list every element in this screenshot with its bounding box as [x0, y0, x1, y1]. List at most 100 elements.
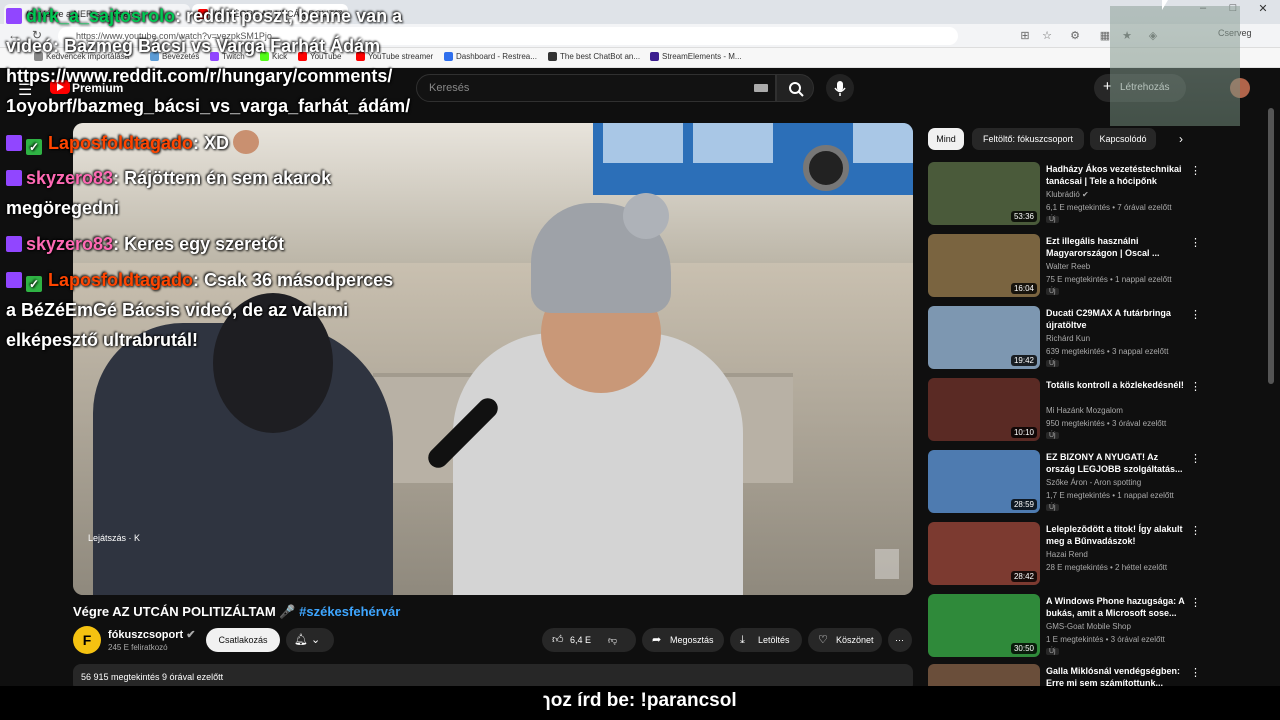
more-vert-icon[interactable]: ⋮: [1190, 380, 1201, 393]
recommendation-item[interactable]: 30:50 A Windows Phone hazugsága: A bukás…: [928, 594, 1268, 660]
video-thumbnail[interactable]: [928, 664, 1040, 686]
new-badge: Új: [1046, 648, 1059, 655]
twitch-icon: [6, 272, 22, 288]
video-scene-pompom: [623, 193, 669, 239]
chat-text: : reddit poszt, benne van a: [175, 6, 403, 26]
video-thumbnail[interactable]: 28:59: [928, 450, 1040, 513]
thanks-button[interactable]: ♡ Köszönet: [808, 628, 882, 652]
like-button[interactable]: 👍︎ 6,4 E 👎︎: [542, 628, 636, 652]
playing-label: Lejátszás · K: [88, 533, 141, 543]
close-window-icon[interactable]: ✕: [1248, 2, 1278, 15]
recommendation-item[interactable]: 10:10 Totális kontroll a közlekedésnél! …: [928, 378, 1268, 444]
more-icon: ⋯: [895, 635, 904, 645]
video-thumbnail[interactable]: 30:50: [928, 594, 1040, 657]
bookmark-item[interactable]: Dashboard - Restrea...: [444, 52, 537, 61]
video-thumbnail[interactable]: 19:42: [928, 306, 1040, 369]
video-thumbnail[interactable]: 10:10: [928, 378, 1040, 441]
more-vert-icon[interactable]: ⋮: [1190, 164, 1201, 177]
bookmark-item[interactable]: The best ChatBot an...: [548, 52, 640, 61]
video-thumbnail[interactable]: 28:42: [928, 522, 1040, 585]
recommendation-item[interactable]: Galla Miklósnál vendégségben: Erre mi se…: [928, 664, 1268, 686]
recommendation-item[interactable]: 28:42 Leleplezõdött a titok! Így alakult…: [928, 522, 1268, 588]
chat-message: skyzero83: Rájöttem én sem akarok: [6, 168, 331, 189]
new-badge: Új: [1046, 504, 1059, 511]
recommendation-channel[interactable]: Klubrádió ✔: [1046, 190, 1089, 199]
join-button[interactable]: Csatlakozás: [206, 628, 280, 652]
checkmark-badge-icon: ✓: [26, 276, 42, 292]
recommendation-title[interactable]: Totális kontroll a közlekedésnél!: [1046, 379, 1186, 391]
recommendation-title[interactable]: Hadházy Ákos vezetéstechnikai tanácsai |…: [1046, 163, 1186, 187]
notification-button[interactable]: 🔔︎ ⌄: [286, 628, 334, 652]
recommendation-channel[interactable]: Richárd Kun: [1046, 334, 1090, 343]
chip-related[interactable]: Kapcsolódó: [1090, 128, 1156, 150]
chip-all[interactable]: Mind: [928, 128, 964, 150]
verified-icon: ✔: [186, 629, 196, 641]
thumbs-up-icon: 👍︎: [552, 634, 564, 646]
recommendation-channel[interactable]: GMS-Goat Mobile Shop: [1046, 622, 1131, 631]
puzzle-icon[interactable]: ⚙: [1068, 29, 1082, 43]
download-icon: ⤓: [740, 634, 745, 646]
recommendation-item[interactable]: 19:42 Ducati C29MAX A futárbringa újratö…: [928, 306, 1268, 372]
search-button[interactable]: [776, 74, 814, 102]
video-thumbnail[interactable]: 16:04: [928, 234, 1040, 297]
extensions-icon[interactable]: ⊞: [1018, 29, 1032, 43]
duration-badge: 28:59: [1010, 499, 1037, 510]
voice-search-button[interactable]: [826, 74, 854, 102]
recommendation-title[interactable]: Leleplezõdött a titok! Így alakult meg a…: [1046, 523, 1186, 547]
chat-text: : Csak 36 másodperces: [193, 270, 394, 290]
recommendation-item[interactable]: 53:36 Hadházy Ákos vezetéstechnikai taná…: [928, 162, 1268, 228]
recommendation-meta: 639 megtekintés • 3 nappal ezelőtt: [1046, 347, 1169, 356]
search-input[interactable]: Keresés: [416, 74, 776, 102]
recommendation-item[interactable]: 28:59 EZ BIZONY A NYUGAT! Az ország LEGJ…: [928, 450, 1268, 516]
hashtag-link[interactable]: #székesfehérvár: [299, 604, 400, 619]
recommendation-title[interactable]: EZ BIZONY A NYUGAT! Az ország LEGJOBB sz…: [1046, 451, 1186, 475]
recommendation-channel[interactable]: Mi Hazánk Mozgalom: [1046, 406, 1123, 415]
recommendation-item[interactable]: 16:04 Ezt illegális használni Magyarorsz…: [928, 234, 1268, 300]
recommendation-meta: 75 E megtekintés • 1 nappal ezelőtt: [1046, 275, 1172, 284]
channel-watermark[interactable]: [875, 549, 899, 579]
chat-username: skyzero83: [26, 234, 114, 254]
more-actions-button[interactable]: ⋯: [888, 628, 912, 652]
channel-avatar[interactable]: F: [73, 626, 101, 654]
recommendation-title[interactable]: Galla Miklósnál vendégségben: Erre mi se…: [1046, 665, 1186, 686]
favorite-star-icon[interactable]: ☆: [1040, 29, 1054, 43]
chip-uploader[interactable]: Feltöltő: fókuszcsoport: [972, 128, 1084, 150]
mouse-cursor-icon: [1162, 0, 1168, 10]
duration-badge: 16:04: [1010, 283, 1037, 294]
share-button[interactable]: ➦ Megosztás: [642, 628, 724, 652]
new-badge: Új: [1046, 288, 1059, 295]
chat-username: skyzero83: [26, 168, 114, 188]
recommendation-title[interactable]: Ezt illegális használni Magyarországon |…: [1046, 235, 1186, 259]
recommendation-meta: 28 E megtekintés • 2 héttel ezelőtt: [1046, 563, 1168, 572]
streamelements-icon: [650, 52, 659, 61]
new-badge: Új: [1046, 360, 1059, 367]
bookmark-label: StreamElements - M...: [662, 52, 742, 61]
video-title-text: Végre AZ UTCÁN POLITIZÁLTAM 🎤: [73, 604, 296, 619]
recommendation-title[interactable]: A Windows Phone hazugsága: A bukás, amit…: [1046, 595, 1186, 619]
restream-icon: [444, 52, 453, 61]
download-button[interactable]: ⤓ Letöltés: [730, 628, 802, 652]
recommendation-channel[interactable]: Szőke Áron - Aron spotting: [1046, 478, 1141, 487]
more-vert-icon[interactable]: ⋮: [1190, 452, 1201, 465]
like-count: 6,4 E: [570, 635, 592, 645]
channel-name[interactable]: fókuszcsoport ✔: [108, 628, 195, 641]
thumbs-down-icon[interactable]: 👎︎: [608, 628, 617, 652]
more-vert-icon[interactable]: ⋮: [1190, 236, 1201, 249]
scrollbar[interactable]: [1268, 108, 1274, 384]
recommendation-channel[interactable]: Walter Reeb: [1046, 262, 1090, 271]
more-vert-icon[interactable]: ⋮: [1190, 308, 1201, 321]
ticker-bar: ɿoz írd be: !parancsol: [0, 686, 1280, 720]
video-thumbnail[interactable]: 53:36: [928, 162, 1040, 225]
more-vert-icon[interactable]: ⋮: [1190, 524, 1201, 537]
checkmark-badge-icon: ✓: [26, 139, 42, 155]
duration-badge: 53:36: [1010, 211, 1037, 222]
more-vert-icon[interactable]: ⋮: [1190, 596, 1201, 609]
recommendation-title[interactable]: Ducati C29MAX A futárbringa újratöltve: [1046, 307, 1186, 331]
bookmark-item[interactable]: StreamElements - M...: [650, 52, 742, 61]
recommendation-channel[interactable]: Hazai Rend: [1046, 550, 1088, 559]
more-vert-icon[interactable]: ⋮: [1190, 666, 1201, 679]
share-icon: ➦: [652, 634, 662, 646]
keyboard-icon[interactable]: [754, 84, 768, 92]
subscriber-count: 245 E feliratkozó: [108, 643, 168, 652]
chevron-right-icon[interactable]: ›: [1172, 128, 1190, 150]
